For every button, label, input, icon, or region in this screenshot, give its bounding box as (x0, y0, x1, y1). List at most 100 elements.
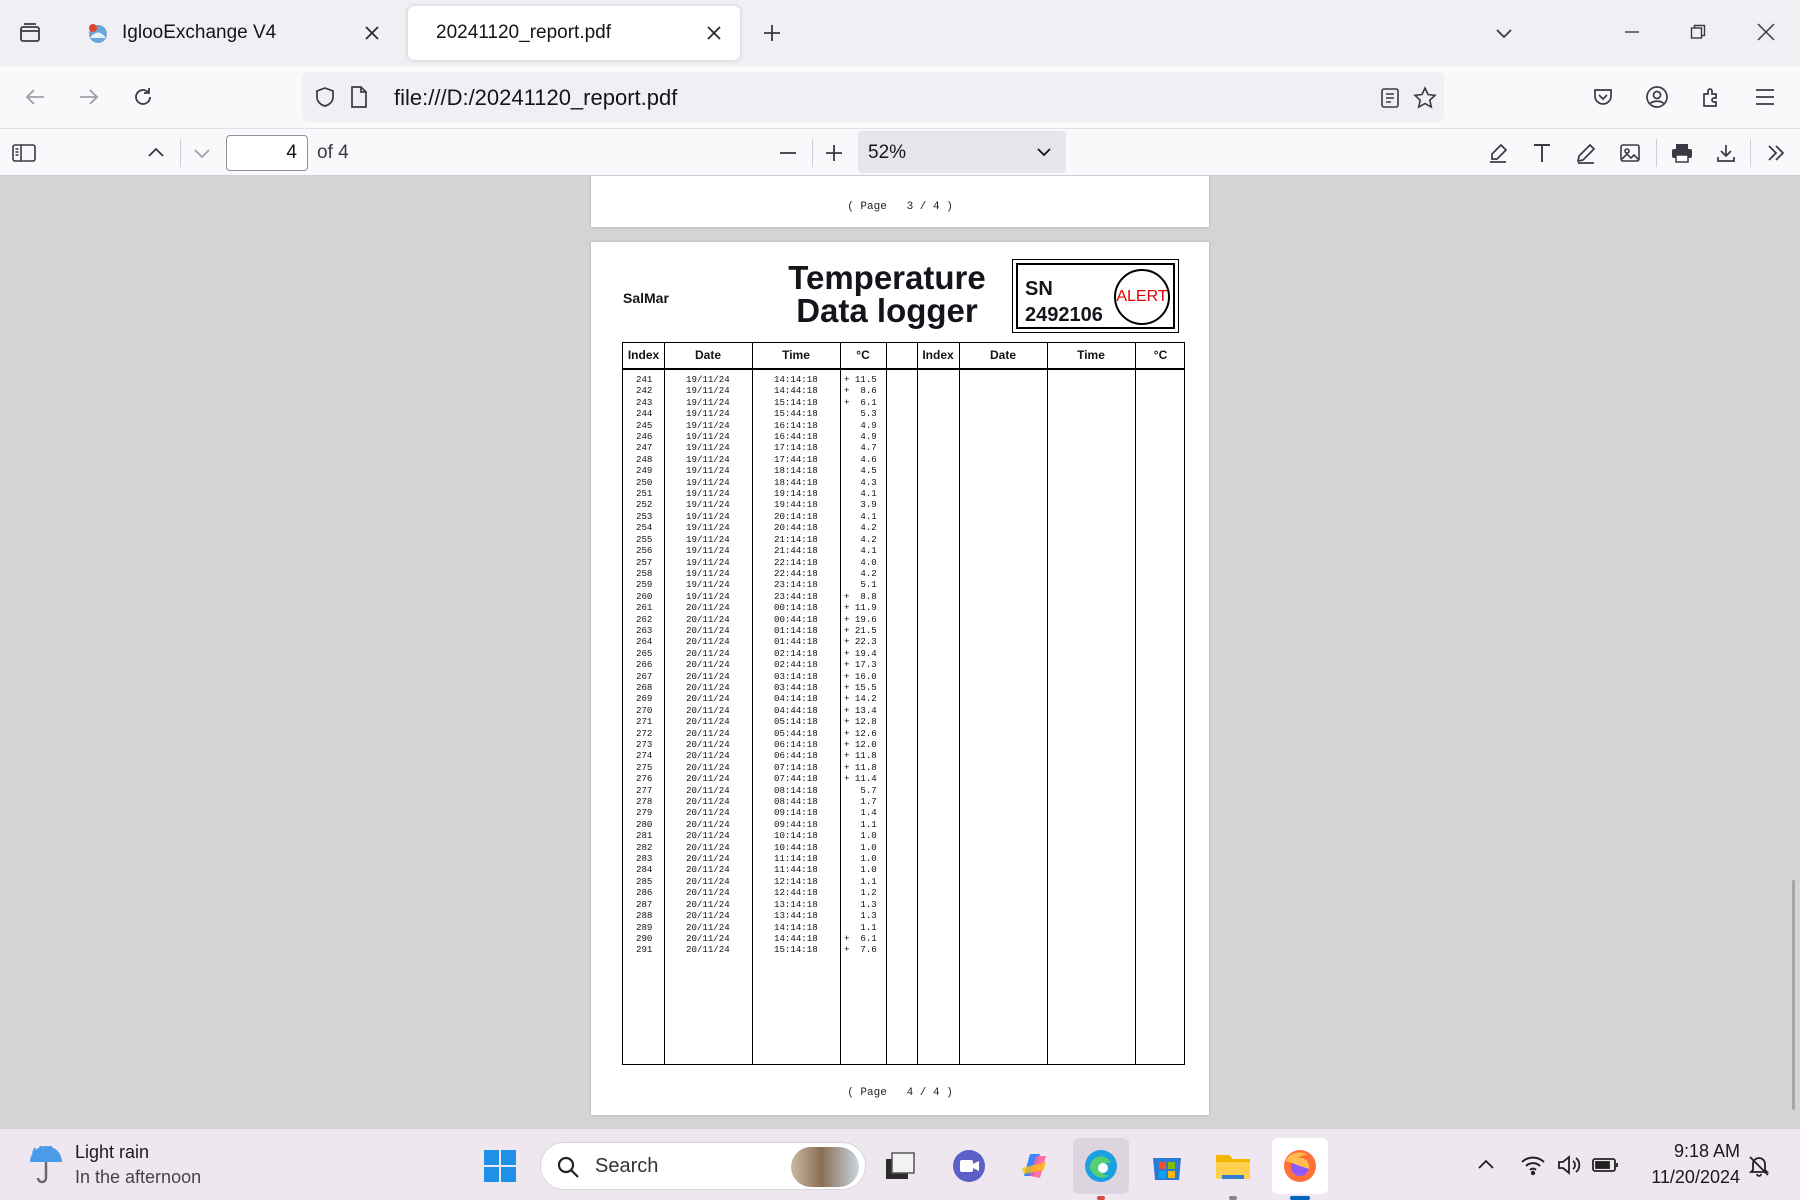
column-header-time-2: Time (1077, 348, 1105, 362)
title-line-1: Temperature (788, 259, 986, 296)
active-app-indicator (1097, 1196, 1105, 1200)
list-all-tabs-button[interactable] (1486, 15, 1522, 51)
account-icon (1646, 86, 1668, 108)
sidebar-toggle-button[interactable] (6, 135, 42, 171)
zoom-in-button[interactable] (816, 135, 852, 171)
page-number-input[interactable]: 4 (226, 135, 308, 171)
show-hidden-icons-button[interactable] (1470, 1149, 1502, 1181)
date-column-values: 19/11/24 19/11/24 19/11/24 19/11/24 19/1… (686, 374, 730, 956)
close-window-button[interactable] (1744, 12, 1788, 52)
task-view-button[interactable] (872, 1138, 928, 1194)
zoom-select[interactable]: 52% (858, 131, 1066, 173)
document-title: Temperature Data logger (766, 261, 1008, 327)
column-header-temp: °C (856, 348, 870, 362)
close-icon (1757, 23, 1775, 41)
file-explorer-app[interactable] (1205, 1138, 1261, 1200)
save-button[interactable] (1708, 135, 1744, 171)
wifi-icon[interactable] (1517, 1149, 1549, 1181)
print-button[interactable] (1664, 135, 1700, 171)
pdf-viewer[interactable]: ( Page 3 / 4 ) SalMar Temperature Data l… (0, 176, 1800, 1128)
sidebar-icon (12, 144, 36, 162)
clock-time[interactable]: 9:18 AM (1640, 1141, 1740, 1162)
weather-widget[interactable]: Light rain In the afternoon (0, 1129, 240, 1200)
serial-number: 2492106 (1025, 304, 1103, 326)
arrow-right-icon (80, 89, 99, 105)
edge-app[interactable] (1073, 1138, 1129, 1200)
scrollbar-thumb[interactable] (1792, 880, 1795, 1110)
column-divider (752, 343, 753, 1064)
notifications-icon[interactable] (1744, 1151, 1774, 1181)
tab-label: 20241120_report.pdf (436, 22, 612, 43)
back-button[interactable] (16, 78, 54, 116)
next-page-button[interactable] (184, 135, 220, 171)
time-column-values: 14:14:18 14:44:18 15:14:18 15:44:18 16:1… (774, 374, 818, 956)
microsoft-store-app[interactable] (1139, 1138, 1195, 1194)
column-header-index-2: Index (922, 348, 954, 362)
restore-button[interactable] (1676, 12, 1720, 52)
url-bar[interactable]: file:///D:/20241120_report.pdf (302, 72, 1444, 122)
chevron-up-icon (1478, 1159, 1494, 1169)
puzzle-icon (1703, 88, 1717, 107)
chevron-down-icon (1034, 142, 1054, 162)
toolbar-divider (1750, 139, 1751, 167)
extensions-button[interactable] (1692, 78, 1730, 116)
more-tools-button[interactable] (1758, 135, 1794, 171)
pocket-icon (1594, 89, 1612, 105)
start-button[interactable] (472, 1138, 528, 1194)
toolbar-divider (1656, 139, 1657, 167)
page-count-label: of 4 (317, 142, 349, 163)
draw-button[interactable] (1568, 135, 1604, 171)
taskbar-search[interactable]: Search (540, 1142, 866, 1190)
reload-button[interactable] (124, 78, 162, 116)
highlight-button[interactable] (1480, 135, 1516, 171)
tab-iglooexchange[interactable]: IglooExchange V4 (72, 6, 398, 60)
search-placeholder: Search (595, 1155, 659, 1177)
copilot-app[interactable] (1006, 1138, 1062, 1194)
weather-title: Light rain (75, 1142, 150, 1162)
alert-badge: ALERT (1114, 269, 1170, 325)
bookmark-star-icon[interactable] (1410, 83, 1440, 113)
close-icon[interactable] (360, 21, 384, 45)
zoom-out-button[interactable] (770, 135, 806, 171)
forward-button[interactable] (70, 78, 108, 116)
close-icon[interactable] (702, 21, 726, 45)
reader-view-icon[interactable] (1376, 84, 1404, 112)
teams-meet-app[interactable] (941, 1138, 997, 1194)
text-button[interactable] (1524, 135, 1560, 171)
shield-icon[interactable] (312, 84, 338, 110)
previous-page-button[interactable] (138, 135, 174, 171)
chevron-up-icon (148, 147, 164, 157)
tab-report-pdf[interactable]: 20241120_report.pdf (408, 6, 740, 60)
page-footer: ( Page 3 / 4 ) (847, 201, 953, 213)
add-image-button[interactable] (1612, 135, 1648, 171)
temperature-column-values: + 11.5 + 8.6 + 6.1 5.3 4.9 4.9 4.7 4.6 4… (844, 374, 877, 956)
rain-umbrella-icon (26, 1143, 66, 1187)
pocket-button[interactable] (1584, 78, 1622, 116)
reload-icon (135, 88, 151, 105)
taskbar: Light rain In the afternoon Search 9:18 … (0, 1128, 1800, 1200)
image-icon (1620, 144, 1640, 162)
column-header-time: Time (782, 348, 810, 362)
search-icon (555, 1154, 581, 1180)
column-divider (917, 343, 918, 1064)
battery-icon[interactable] (1590, 1149, 1622, 1181)
volume-icon[interactable] (1553, 1149, 1585, 1181)
temperature-table: Index Date Time °C Index Date Time °C 24… (622, 342, 1185, 1065)
column-divider (886, 343, 887, 1064)
toolbar-divider (812, 139, 813, 167)
firefox-icon (1284, 1150, 1316, 1182)
account-button[interactable] (1638, 78, 1676, 116)
firefox-app[interactable] (1272, 1138, 1328, 1200)
minimize-button[interactable] (1610, 12, 1654, 52)
hamburger-icon (1756, 89, 1774, 105)
menu-button[interactable] (1746, 78, 1784, 116)
page-footer: ( Page 4 / 4 ) (847, 1087, 953, 1099)
folder-icon (1216, 1155, 1250, 1179)
title-line-2: Data logger (796, 292, 978, 329)
tab-label: IglooExchange V4 (122, 22, 277, 43)
new-tab-button[interactable] (754, 15, 790, 51)
pdf-page-3: ( Page 3 / 4 ) (591, 176, 1209, 227)
clock-date[interactable]: 11/20/2024 (1620, 1167, 1740, 1188)
tab-overview-button[interactable] (12, 15, 48, 51)
column-divider (959, 343, 960, 1064)
